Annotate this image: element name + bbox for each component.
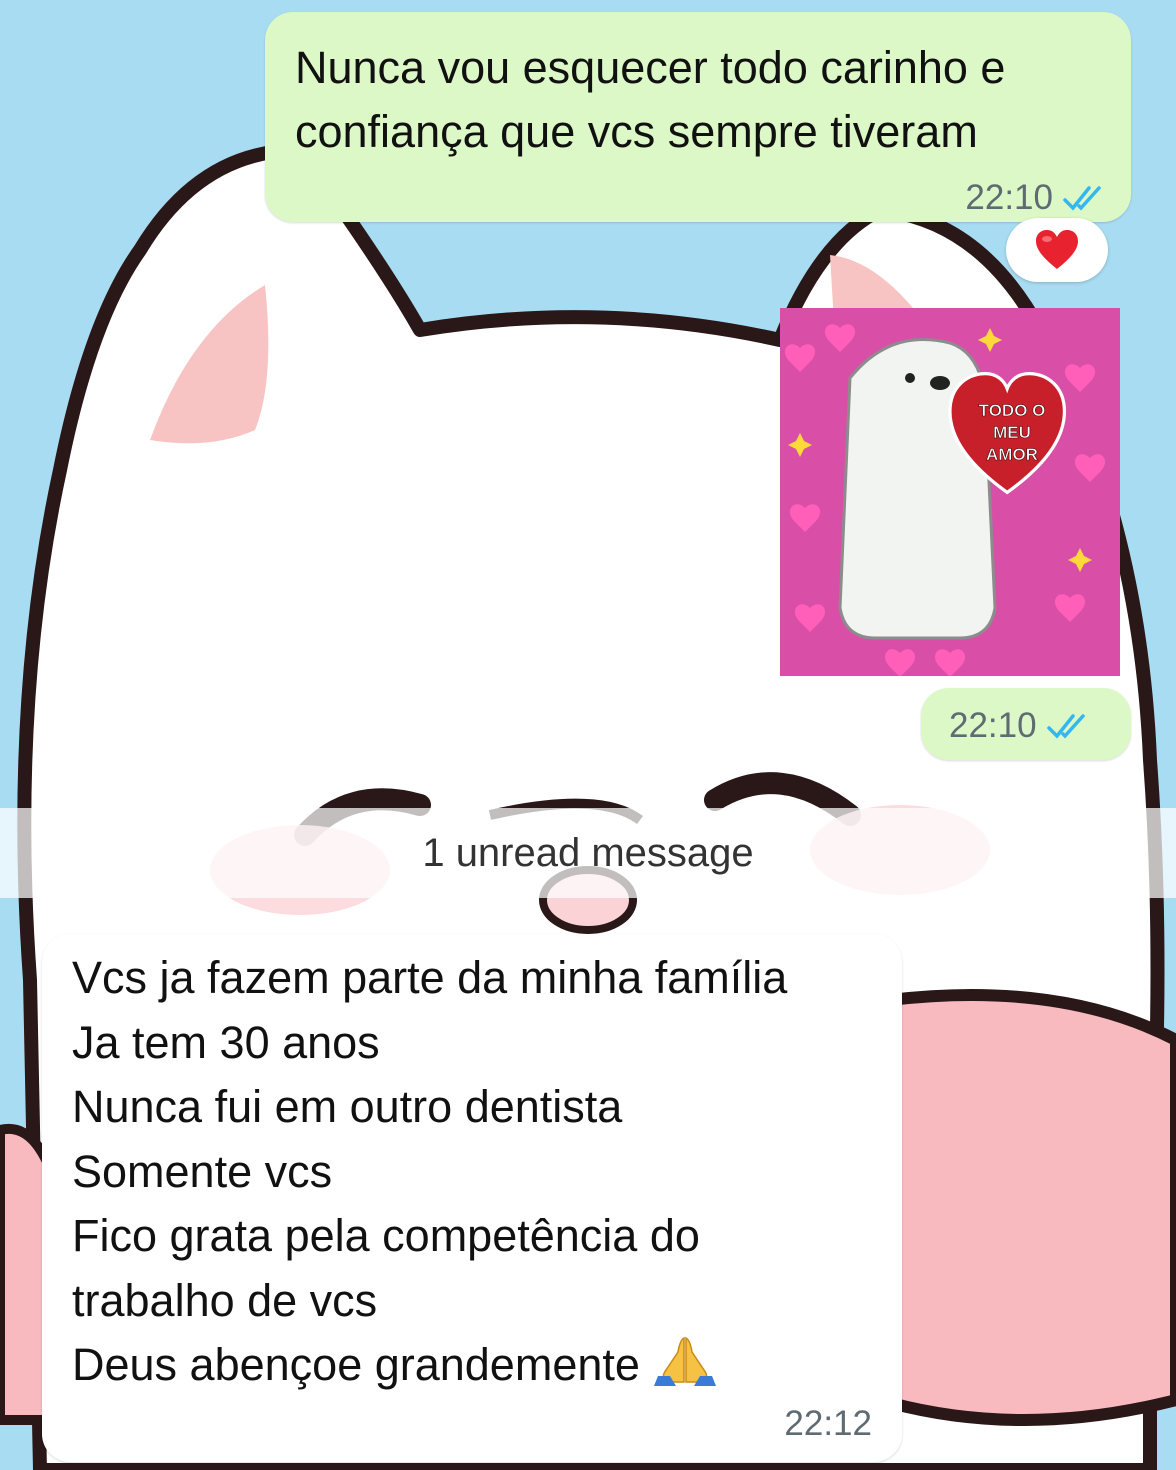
unread-messages-divider: 1 unread message xyxy=(0,808,1176,898)
sticker-text: AMOR xyxy=(986,445,1038,464)
message-line: Somente vcs xyxy=(72,1145,333,1197)
message-line: Vcs ja fazem parte da minha família xyxy=(72,952,788,1003)
folded-hands-icon xyxy=(653,1336,716,1386)
outgoing-message-bubble[interactable]: Nunca vou esquecer todo carinho e confia… xyxy=(265,12,1131,222)
message-line: confiança que vcs sempre tiveram xyxy=(295,106,978,157)
bear-love-sticker[interactable]: TODO O MEU AMOR xyxy=(780,308,1120,676)
red-heart-icon xyxy=(1036,230,1078,269)
unread-count-label: 1 unread message xyxy=(422,830,754,875)
message-line: Ja tem 30 anos xyxy=(72,1016,380,1068)
outgoing-sticker-meta-bubble: 22:10 xyxy=(921,688,1131,760)
message-text: Nunca vou esquecer todo carinho e confia… xyxy=(295,36,1105,164)
message-time: 22:10 xyxy=(949,706,1037,745)
sticker-text: MEU xyxy=(993,423,1031,442)
message-line: Deus abençoe grandemente xyxy=(72,1339,640,1390)
double-check-read-icon xyxy=(1063,186,1101,211)
sticker-text: TODO O xyxy=(979,401,1046,420)
message-time: 22:12 xyxy=(784,1404,872,1443)
message-meta: 22:10 xyxy=(949,706,1089,746)
message-line: Nunca vou esquecer todo carinho e xyxy=(295,42,1006,93)
message-reaction[interactable] xyxy=(1006,218,1108,282)
message-meta: 22:10 xyxy=(965,178,1105,218)
message-line: Nunca fui em outro dentista xyxy=(72,1081,623,1132)
message-line: Fico grata pela competência do xyxy=(72,1210,700,1261)
incoming-message-bubble[interactable]: Vcs ja fazem parte da minha família Ja t… xyxy=(42,934,902,1462)
message-text: Vcs ja fazem parte da minha família Ja t… xyxy=(72,946,892,1398)
message-line: trabalho de vcs xyxy=(72,1274,378,1326)
double-check-read-icon xyxy=(1046,714,1085,739)
message-line-last: Deus abençoe grandemente xyxy=(72,1333,892,1398)
message-meta: 22:12 xyxy=(784,1404,872,1444)
message-time: 22:10 xyxy=(965,178,1053,217)
